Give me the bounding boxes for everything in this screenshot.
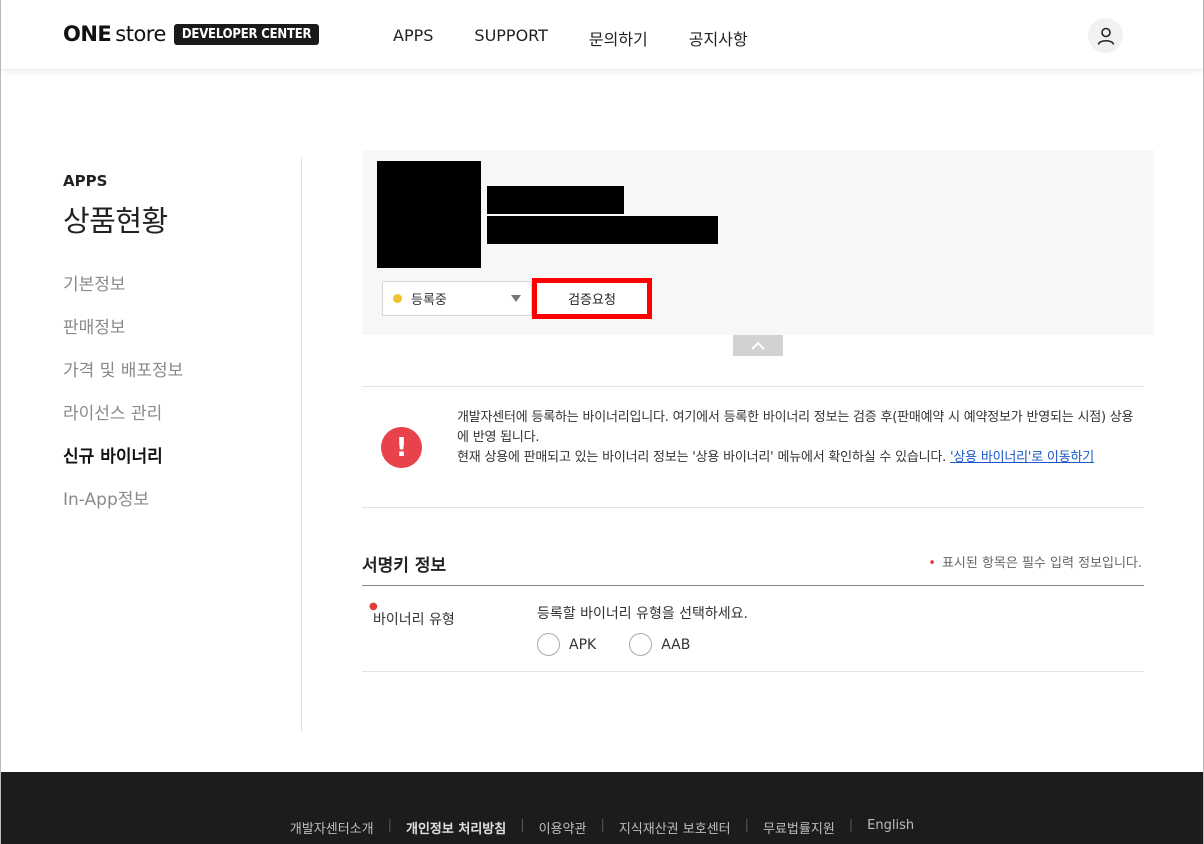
sidebar-item-license[interactable]: 라이선스 관리 xyxy=(63,399,263,442)
user-icon xyxy=(1097,27,1114,45)
nav-apps[interactable]: APPS xyxy=(393,26,433,50)
notice-top-divider xyxy=(362,386,1144,387)
nav-notice[interactable]: 공지사항 xyxy=(689,26,748,50)
footer-link-terms[interactable]: 이용약관 xyxy=(539,818,587,837)
footer-links: 개발자센터소개 | 개인정보 처리방침 | 이용약관 | 지식재산권 보호센터 … xyxy=(1,818,1203,837)
sidebar-item-new-binary[interactable]: 신규 바이너리 xyxy=(63,442,263,485)
verify-highlight: 검증요청 xyxy=(532,278,652,319)
user-profile-button[interactable] xyxy=(1088,18,1123,53)
sidebar-item-price-distribution[interactable]: 가격 및 배포정보 xyxy=(63,356,263,399)
binary-type-radio-group: APK AAB xyxy=(537,633,723,656)
radio-aab-label[interactable]: AAB xyxy=(661,637,690,653)
main-nav: APPS SUPPORT 문의하기 공지사항 xyxy=(393,26,789,50)
developer-center-badge: DEVELOPER CENTER xyxy=(173,23,320,45)
signing-key-title: 서명키 정보 xyxy=(362,556,447,576)
notice-bottom-divider xyxy=(362,507,1144,508)
redacted-app-package xyxy=(487,216,718,244)
page-title: 상품현황 xyxy=(63,204,168,238)
app-summary-panel: 등록중 검증요청 xyxy=(362,150,1154,335)
field-bottom-divider xyxy=(362,671,1144,672)
onestore-logo[interactable]: ONE store DEVELOPER CENTER xyxy=(63,22,320,46)
sidebar-item-sales-info[interactable]: 판매정보 xyxy=(63,313,263,356)
nav-support[interactable]: SUPPORT xyxy=(474,26,547,50)
sidebar-divider xyxy=(301,158,302,732)
nav-inquiry[interactable]: 문의하기 xyxy=(589,26,648,50)
section-header-divider xyxy=(362,585,1144,586)
required-dot-icon: • xyxy=(928,556,936,571)
footer-link-english[interactable]: English xyxy=(867,818,914,837)
notice-line-2-text: 현재 상용에 판매되고 있는 바이너리 정보는 '상용 바이너리' 메뉴에서 확… xyxy=(457,450,950,465)
sidebar-item-basic-info[interactable]: 기본정보 xyxy=(63,270,263,313)
footer-link-privacy[interactable]: 개인정보 처리방침 xyxy=(406,818,506,837)
binary-type-label: 바이너리 유형 xyxy=(373,612,455,628)
status-dropdown[interactable]: 등록중 xyxy=(382,281,532,316)
sidebar: APPS 상품현황 기본정보 판매정보 가격 및 배포정보 라이선스 관리 신규… xyxy=(63,172,263,528)
footer-separator: | xyxy=(744,818,750,833)
redacted-app-name xyxy=(487,186,624,214)
sidebar-section-label: APPS xyxy=(63,172,108,190)
footer-separator: | xyxy=(848,818,854,833)
required-note-text: 표시된 항목은 필수 입력 정보입니다. xyxy=(941,556,1142,571)
status-label: 등록중 xyxy=(411,293,447,308)
chevron-up-icon xyxy=(751,341,765,350)
logo-store-text: store xyxy=(115,22,166,46)
logo-one-text: ONE xyxy=(63,22,112,46)
footer-separator: | xyxy=(387,818,392,833)
footer-link-about[interactable]: 개발자센터소개 xyxy=(290,818,374,837)
collapse-toggle[interactable] xyxy=(733,335,783,356)
footer-separator: | xyxy=(600,818,605,833)
footer-separator: | xyxy=(520,818,525,833)
exclamation-icon: ! xyxy=(381,427,422,468)
verify-request-button[interactable]: 검증요청 xyxy=(542,288,642,309)
radio-aab[interactable] xyxy=(629,633,653,656)
footer-link-ip-center[interactable]: 지식재산권 보호센터 xyxy=(619,818,731,837)
redacted-app-icon xyxy=(377,161,481,268)
commercial-binary-link[interactable]: '상용 바이너리'로 이동하기 xyxy=(950,450,1094,465)
status-dot-icon xyxy=(393,294,402,303)
footer-link-legal-support[interactable]: 무료법률지원 xyxy=(763,818,835,837)
header: ONE store DEVELOPER CENTER APPS SUPPORT … xyxy=(1,0,1203,70)
binary-type-help: 등록할 바이너리 유형을 선택하세요. xyxy=(537,606,748,622)
notice-text: 개발자센터에 등록하는 바이너리입니다. 여기에서 등록한 바이너리 정보는 검… xyxy=(457,408,1137,468)
sidebar-item-in-app[interactable]: In-App정보 xyxy=(63,485,263,528)
notice-line-2: 현재 상용에 판매되고 있는 바이너리 정보는 '상용 바이너리' 메뉴에서 확… xyxy=(457,448,1137,468)
required-note: • 표시된 항목은 필수 입력 정보입니다. xyxy=(928,552,1142,571)
notice-line-1: 개발자센터에 등록하는 바이너리입니다. 여기에서 등록한 바이너리 정보는 검… xyxy=(457,410,1134,445)
dropdown-arrow-icon xyxy=(511,295,521,302)
footer: 개발자센터소개 | 개인정보 처리방침 | 이용약관 | 지식재산권 보호센터 … xyxy=(1,772,1203,844)
radio-apk-label[interactable]: APK xyxy=(569,637,596,653)
sidebar-menu: 기본정보 판매정보 가격 및 배포정보 라이선스 관리 신규 바이너리 In-A… xyxy=(63,270,263,528)
radio-apk[interactable] xyxy=(537,633,560,656)
